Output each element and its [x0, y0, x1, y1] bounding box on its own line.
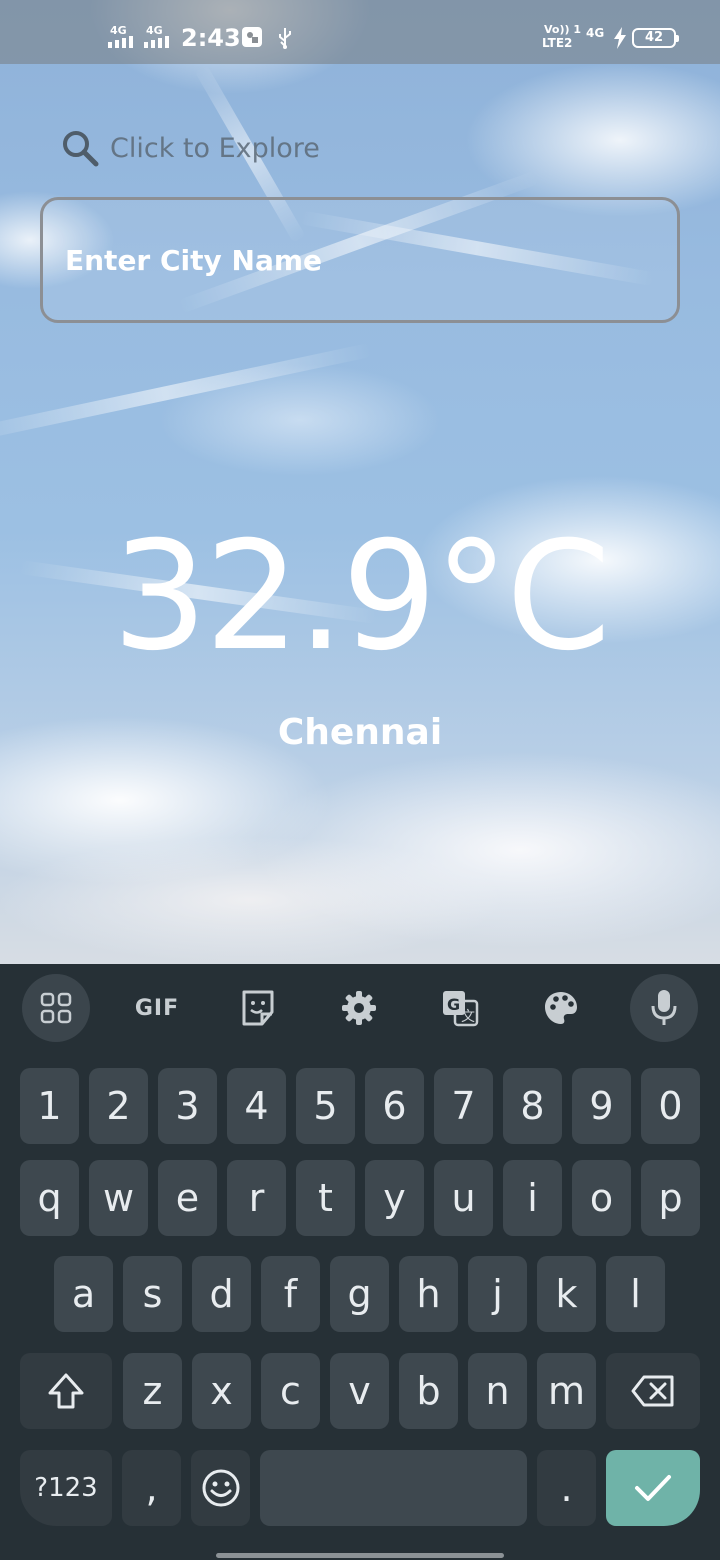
checkmark-icon: [635, 1475, 671, 1501]
key-h[interactable]: h: [399, 1256, 458, 1332]
key-a[interactable]: a: [54, 1256, 113, 1332]
key-l[interactable]: l: [606, 1256, 665, 1332]
microphone-icon: [651, 990, 677, 1025]
key-t[interactable]: t: [296, 1160, 355, 1236]
search-icon: [63, 131, 99, 167]
palette-icon: [545, 992, 577, 1024]
smiley-icon: [202, 1469, 239, 1507]
key-j[interactable]: j: [468, 1256, 527, 1332]
translate-button[interactable]: G 文: [426, 974, 494, 1042]
sticker-button[interactable]: [224, 974, 292, 1042]
key-4[interactable]: 4: [227, 1068, 286, 1144]
key-c[interactable]: c: [261, 1353, 320, 1429]
symbols-key[interactable]: ?123: [20, 1450, 112, 1526]
done-key[interactable]: [606, 1450, 700, 1526]
status-time: 2:43: [181, 24, 241, 52]
emoji-key[interactable]: [191, 1450, 250, 1526]
key-d[interactable]: d: [192, 1256, 251, 1332]
lte-label: LTE2: [542, 36, 573, 50]
key-x[interactable]: x: [192, 1353, 251, 1429]
key-o[interactable]: o: [572, 1160, 631, 1236]
signal-bars-icon: [108, 36, 133, 48]
period-key[interactable]: .: [537, 1450, 596, 1526]
key-7[interactable]: 7: [434, 1068, 493, 1144]
key-m[interactable]: m: [537, 1353, 596, 1429]
temperature-value: 32.9°C: [112, 510, 611, 684]
gif-button[interactable]: GIF: [123, 974, 191, 1042]
key-6[interactable]: 6: [365, 1068, 424, 1144]
key-n[interactable]: n: [468, 1353, 527, 1429]
key-r[interactable]: r: [227, 1160, 286, 1236]
city-input-box[interactable]: [40, 197, 680, 323]
space-key[interactable]: [260, 1450, 527, 1526]
network-label: 4G: [586, 26, 605, 40]
key-2[interactable]: 2: [89, 1068, 148, 1144]
keyboard-toolbar: GIF G 文: [0, 964, 720, 1054]
grid-icon: [40, 992, 72, 1024]
key-k[interactable]: k: [537, 1256, 596, 1332]
key-b[interactable]: b: [399, 1353, 458, 1429]
signal-bars-icon: [144, 36, 169, 48]
key-1[interactable]: 1: [20, 1068, 79, 1144]
usb-icon: [279, 28, 291, 49]
key-v[interactable]: v: [330, 1353, 389, 1429]
backspace-icon: [631, 1375, 674, 1407]
key-0[interactable]: 0: [641, 1068, 700, 1144]
comma-key[interactable]: ,: [122, 1450, 181, 1526]
svg-text:G: G: [447, 995, 460, 1014]
city-name-input[interactable]: [65, 230, 655, 290]
shift-key[interactable]: [20, 1353, 112, 1429]
key-z[interactable]: z: [123, 1353, 182, 1429]
shift-arrow-icon: [48, 1373, 84, 1409]
settings-button[interactable]: [325, 974, 393, 1042]
key-i[interactable]: i: [503, 1160, 562, 1236]
key-g[interactable]: g: [330, 1256, 389, 1332]
key-s[interactable]: s: [123, 1256, 182, 1332]
key-9[interactable]: 9: [572, 1068, 631, 1144]
gear-icon: [342, 991, 376, 1025]
weather-app-screen: 4G 4G 2:43 Vo)) 1 LTE2 4G 42 Click to Ex…: [0, 0, 720, 1560]
volte-label: Vo)) 1: [544, 23, 582, 36]
key-3[interactable]: 3: [158, 1068, 217, 1144]
key-8[interactable]: 8: [503, 1068, 562, 1144]
key-u[interactable]: u: [434, 1160, 493, 1236]
explore-hint[interactable]: Click to Explore: [60, 126, 320, 170]
key-y[interactable]: y: [365, 1160, 424, 1236]
key-w[interactable]: w: [89, 1160, 148, 1236]
sticker-icon: [242, 990, 274, 1026]
battery-indicator: 42: [632, 28, 679, 48]
charging-bolt-icon: [614, 27, 626, 49]
explore-hint-label: Click to Explore: [110, 132, 320, 164]
key-f[interactable]: f: [261, 1256, 320, 1332]
apps-grid-button[interactable]: [22, 974, 90, 1042]
app-notification-icon: [242, 27, 262, 47]
svg-text:文: 文: [461, 1009, 475, 1025]
key-5[interactable]: 5: [296, 1068, 355, 1144]
translate-icon: G 文: [443, 991, 479, 1027]
city-name-label: Chennai: [277, 712, 443, 753]
key-q[interactable]: q: [20, 1160, 79, 1236]
theme-button[interactable]: [527, 974, 595, 1042]
gesture-nav-handle[interactable]: [216, 1553, 504, 1558]
soft-keyboard: GIF G 文 ?123 , . 1 2 3 4 5 6 7 8 9 0 q w…: [0, 964, 720, 1560]
key-e[interactable]: e: [158, 1160, 217, 1236]
status-bar: 4G 4G 2:43 Vo)) 1 LTE2 4G 42: [0, 0, 720, 64]
key-p[interactable]: p: [641, 1160, 700, 1236]
backspace-key[interactable]: [606, 1353, 700, 1429]
voice-input-button[interactable]: [630, 974, 698, 1042]
